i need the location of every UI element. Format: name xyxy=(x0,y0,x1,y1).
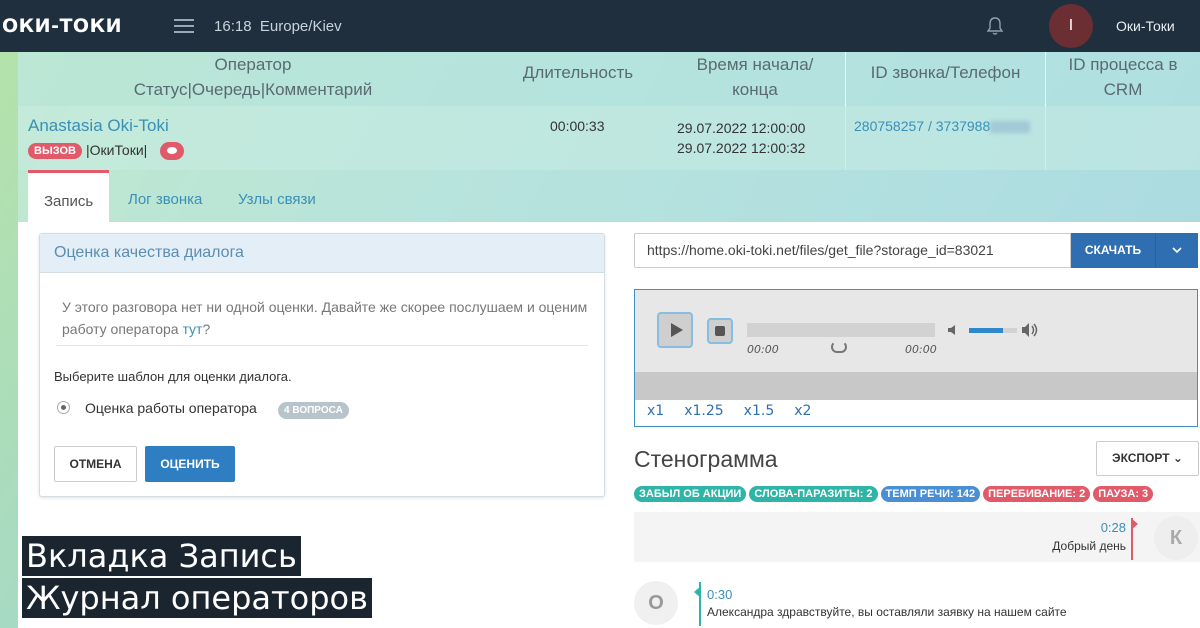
app-logo[interactable]: ОКИ-ТОКИ xyxy=(2,15,122,37)
status-badge: ВЫЗОВ xyxy=(28,143,82,159)
rate-button[interactable]: ОЦЕНИТЬ xyxy=(145,446,235,482)
message-text: Добрый день xyxy=(1052,539,1126,553)
volume-slider[interactable] xyxy=(969,328,1017,333)
template-label: Выберите шаблон для оценки диалога. xyxy=(54,369,292,384)
rating-panel: Оценка качества диалога У этого разговор… xyxy=(39,233,605,497)
transcript-message-client[interactable]: 0:28 Добрый день xyxy=(634,512,1200,562)
col-operator: Оператор Статус|Очередь|Комментарий xyxy=(18,52,488,106)
questions-badge: 4 ВОПРОСА xyxy=(278,402,349,419)
rating-note-end: ? xyxy=(202,321,211,337)
download-dropdown-button[interactable] xyxy=(1155,233,1198,268)
message-text: Александра здравствуйте, вы оставляли за… xyxy=(707,605,1067,619)
comment-icon[interactable] xyxy=(160,142,184,160)
tag-badge: СЛОВА-ПАРАЗИТЫ: 2 xyxy=(749,486,878,502)
menu-icon[interactable] xyxy=(174,19,195,33)
operator-marker xyxy=(694,582,701,626)
cancel-button[interactable]: ОТМЕНА xyxy=(54,446,137,482)
play-icon[interactable] xyxy=(657,312,693,348)
waveform-strip[interactable] xyxy=(635,372,1197,400)
user-avatar[interactable]: I xyxy=(1049,4,1093,48)
phone-blur xyxy=(990,121,1031,134)
timezone: Europe/Kiev xyxy=(259,17,342,35)
chevron-down-icon xyxy=(1172,247,1182,254)
tag-badge: ТЕМП РЕЧИ: 142 xyxy=(880,486,981,502)
user-name[interactable]: Оки-Токи xyxy=(1116,18,1175,34)
divider xyxy=(56,345,588,346)
message-time[interactable]: 0:28 xyxy=(1101,520,1126,535)
clock-timezone: 16:18 Europe/Kiev xyxy=(214,18,342,35)
col-crm-line2: CRM xyxy=(1103,80,1143,99)
call-times: 29.07.2022 12:00:00 29.07.2022 12:00:32 xyxy=(677,118,805,158)
rating-note-link[interactable]: тут xyxy=(182,321,202,337)
rating-note: У этого разговора нет ни одной оценки. Д… xyxy=(62,296,590,340)
volume-down-icon[interactable] xyxy=(947,323,961,337)
col-time-line1: Время начала/ xyxy=(696,55,814,74)
tag-badge: ПАУЗА: 3 xyxy=(1093,486,1154,502)
col-crm-line1: ID процесса в xyxy=(1068,55,1178,74)
col-time-line2: конца xyxy=(732,80,778,99)
loop-icon[interactable] xyxy=(831,341,847,353)
time-current: 00:00 xyxy=(747,343,779,356)
bell-icon[interactable] xyxy=(985,16,1005,36)
col-crm: ID процесса в CRM xyxy=(1048,52,1198,106)
file-url-field[interactable]: https://home.oki-toki.net/files/get_file… xyxy=(634,233,1071,268)
volume-level xyxy=(969,328,1003,333)
export-button[interactable]: ЭКСПОРТ ⌄ xyxy=(1096,441,1199,476)
audio-player: 00:00 00:00 x1 x1.25 x1.5 x2 xyxy=(634,289,1198,427)
volume-up-icon[interactable] xyxy=(1021,321,1041,339)
col-time: Время начала/ конца xyxy=(680,52,830,106)
speed-x1[interactable]: x1 xyxy=(647,403,664,419)
col-operator-subtitle: Статус|Очередь|Комментарий xyxy=(133,80,373,99)
rating-note-text: У этого разговора нет ни одной оценки. Д… xyxy=(62,299,588,337)
message-time[interactable]: 0:30 xyxy=(707,587,732,602)
download-button[interactable]: СКАЧАТЬ xyxy=(1071,233,1155,268)
operator-name[interactable]: Anastasia Oki-Toki xyxy=(28,116,169,136)
col-operator-title: Оператор xyxy=(214,55,292,74)
col-duration: Длительность xyxy=(522,63,634,82)
transcript-tags: ЗАБЫЛ ОБ АКЦИИ СЛОВА-ПАРАЗИТЫ: 2 ТЕМП РЕ… xyxy=(634,486,1154,502)
call-end: 29.07.2022 12:00:32 xyxy=(677,140,806,156)
player-controls: 00:00 00:00 xyxy=(635,290,1197,372)
caption-line: Журнал операторов xyxy=(22,578,372,618)
stop-icon[interactable] xyxy=(707,318,733,344)
call-id-text[interactable]: 280758257 / 3737988 xyxy=(854,118,990,134)
tab-nodes[interactable]: Узлы связи xyxy=(222,170,332,222)
time-total: 00:00 xyxy=(905,343,937,356)
table-row[interactable]: Anastasia Oki-Toki ВЫЗОВ |ОкиТоки| 00:00… xyxy=(18,106,1200,170)
call-duration: 00:00:33 xyxy=(550,118,605,134)
table-header: Оператор Статус|Очередь|Комментарий Длит… xyxy=(18,52,1200,106)
top-bar: ОКИ-ТОКИ 16:18 Europe/Kiev I Оки-Токи xyxy=(0,0,1200,52)
tab-call-log[interactable]: Лог звонка xyxy=(112,170,218,222)
template-name[interactable]: Оценка работы оператора xyxy=(85,400,257,416)
speed-x1-25[interactable]: x1.25 xyxy=(684,403,723,419)
operator-avatar: О xyxy=(634,581,678,625)
col-callid: ID звонка/Телефон xyxy=(870,63,1021,82)
playback-speeds: x1 x1.25 x1.5 x2 xyxy=(647,403,811,419)
speed-x2[interactable]: x2 xyxy=(794,403,811,419)
queue-name: |ОкиТоки| xyxy=(86,142,148,158)
speed-x1-5[interactable]: x1.5 xyxy=(744,403,775,419)
tag-badge: ЗАБЫЛ ОБ АКЦИИ xyxy=(634,486,747,502)
call-start: 29.07.2022 12:00:00 xyxy=(677,120,806,136)
client-avatar: К xyxy=(1154,516,1198,560)
progress-bar[interactable] xyxy=(747,323,935,337)
rating-panel-title: Оценка качества диалога xyxy=(40,234,604,273)
transcript-title: Стенограмма xyxy=(634,446,778,472)
caption-line: Вкладка Запись xyxy=(22,536,301,576)
client-marker xyxy=(1131,518,1138,560)
call-id-link[interactable]: 280758257 / 3737988 xyxy=(854,118,1031,134)
tab-bar: Запись Лог звонка Узлы связи xyxy=(18,170,1200,222)
template-radio[interactable] xyxy=(57,401,70,414)
clock-time: 16:18 xyxy=(214,17,252,35)
tag-badge: ПЕРЕБИВАНИЕ: 2 xyxy=(983,486,1091,502)
tab-record[interactable]: Запись xyxy=(28,170,110,222)
